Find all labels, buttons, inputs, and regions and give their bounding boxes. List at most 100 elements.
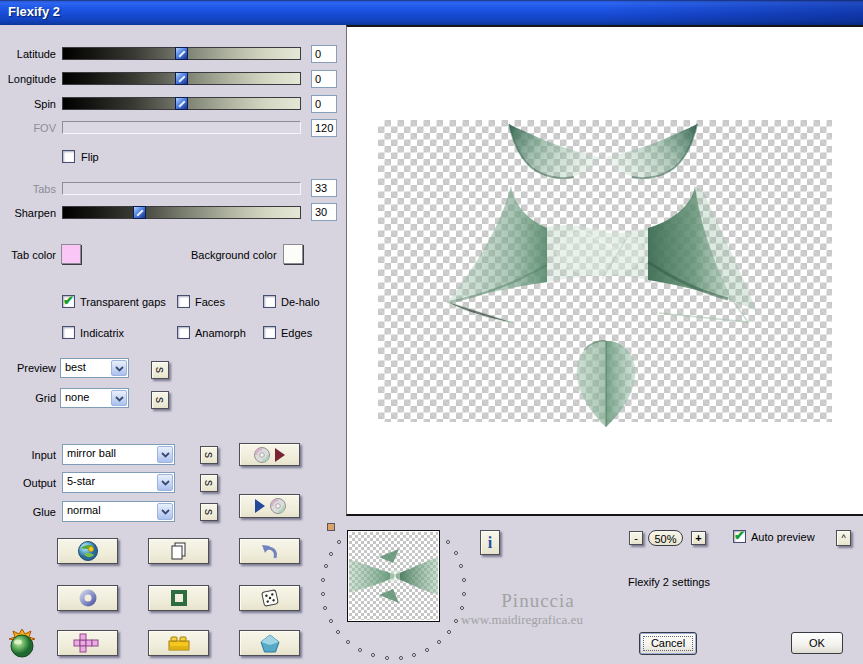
dial-dot[interactable] [385,656,389,660]
tabs-value[interactable]: 33 [311,179,337,197]
output-dropdown[interactable]: 5-star [62,472,175,493]
tab-color-swatch[interactable] [61,244,81,264]
dial-dot[interactable] [346,640,350,644]
polyhedron-button[interactable] [239,630,300,656]
undo-button[interactable] [239,538,300,564]
grid-seed-button[interactable]: s [151,391,169,409]
faces-checkbox[interactable]: ✔ [177,295,190,308]
zoom-level[interactable]: 50% [648,530,683,546]
save-settings-button[interactable] [239,494,300,518]
lego-button[interactable] [148,630,209,656]
chevron-down-icon[interactable] [157,446,173,463]
sharpen-slider[interactable] [62,206,301,219]
dial-dot[interactable] [321,592,325,596]
longitude-slider[interactable] [62,72,301,85]
dial-dot[interactable] [425,648,429,652]
chevron-down-icon[interactable] [111,390,127,406]
dial-dot[interactable] [399,656,403,660]
website-button[interactable] [57,538,118,564]
dial-dot[interactable] [412,653,416,657]
longitude-value[interactable]: 0 [311,70,337,88]
dial-dot[interactable] [336,630,340,634]
latitude-slider-handle[interactable] [175,47,188,60]
watermark-name: Pinuccia [495,590,581,612]
zoom-in-button[interactable]: + [691,531,706,545]
glue-seed-button[interactable]: s [200,503,218,521]
spin-value[interactable]: 0 [311,95,337,113]
title-bar[interactable]: Flexify 2 [0,0,863,25]
dial-dot[interactable] [454,619,458,623]
input-label: Input [0,449,56,461]
lego-brick-icon [167,634,191,652]
edges-checkbox[interactable]: ✔ [263,326,276,339]
load-settings-button[interactable] [239,443,300,466]
flip-label: Flip [81,151,99,163]
longitude-slider-handle[interactable] [175,72,188,85]
dial-dot[interactable] [337,540,341,544]
torus-button[interactable] [57,585,118,611]
dial-dot[interactable] [460,606,464,610]
dial-dot[interactable] [462,578,466,582]
cancel-button[interactable]: Cancel [639,632,697,655]
thumbnail-preview[interactable] [347,530,440,622]
preview-label: Preview [0,362,56,374]
unfold-button[interactable] [57,630,118,656]
dial-dot[interactable] [371,653,375,657]
dial-dot[interactable] [329,552,333,556]
background-color-swatch[interactable] [283,244,303,264]
chevron-down-icon[interactable] [157,503,173,520]
background-color-label: Background color [191,249,277,261]
output-seed-button[interactable]: s [200,474,218,492]
dial-dot[interactable] [437,640,441,644]
dial-dot[interactable] [323,606,327,610]
chevron-down-icon[interactable] [111,360,127,376]
chevron-down-icon[interactable] [157,474,173,491]
undo-arrow-icon [260,543,280,560]
dial-dot[interactable] [454,551,458,555]
random-button[interactable] [239,585,300,611]
glue-dropdown[interactable]: normal [62,501,175,522]
latitude-value[interactable]: 0 [311,45,337,63]
spin-slider[interactable] [62,97,301,110]
dial-dot[interactable] [324,564,328,568]
transparent-gaps-checkbox[interactable]: ✔ [62,295,75,308]
reset-marker[interactable] [327,523,335,531]
dial-dot[interactable] [446,540,450,544]
fov-value[interactable]: 120 [311,119,337,137]
dial-dot[interactable] [321,578,325,582]
flaming-pear-icon[interactable] [6,626,40,658]
de-halo-label: De-halo [281,296,320,308]
tab-color-label: Tab color [0,249,56,261]
collapse-button[interactable]: ^ [836,530,851,546]
auto-preview-checkbox[interactable]: ✔ [733,530,746,543]
preview-seed-button[interactable]: s [151,361,169,379]
latitude-label: Latitude [0,48,56,60]
sharpen-value[interactable]: 30 [311,203,337,221]
dial-dot[interactable] [462,592,466,596]
latitude-slider[interactable] [62,47,301,60]
dial-dot[interactable] [459,564,463,568]
preview-dropdown[interactable]: best [60,358,129,378]
anamorph-checkbox[interactable]: ✔ [177,326,190,339]
grid-dropdown[interactable]: none [60,388,129,408]
watermark-url: www.maidiregrafica.eu [461,612,583,628]
faces-label: Faces [195,296,225,308]
info-button[interactable]: i [480,530,500,555]
zoom-out-button[interactable]: - [629,531,643,545]
flip-checkbox[interactable]: ✔ [62,150,75,163]
dial-dot[interactable] [447,630,451,634]
dial-dot[interactable] [329,619,333,623]
glue-label: Glue [0,506,56,518]
preview-image [378,119,834,431]
de-halo-checkbox[interactable]: ✔ [263,295,276,308]
ok-button[interactable]: OK [791,632,843,654]
spin-slider-handle[interactable] [175,97,188,110]
input-seed-button[interactable]: s [200,446,218,464]
input-dropdown[interactable]: mirror ball [62,444,175,465]
copy-settings-button[interactable] [148,538,209,564]
frame-button[interactable] [148,585,209,611]
indicatrix-checkbox[interactable]: ✔ [62,326,75,339]
sharpen-slider-handle[interactable] [133,206,146,219]
fov-slider [62,121,301,134]
dial-dot[interactable] [358,648,362,652]
